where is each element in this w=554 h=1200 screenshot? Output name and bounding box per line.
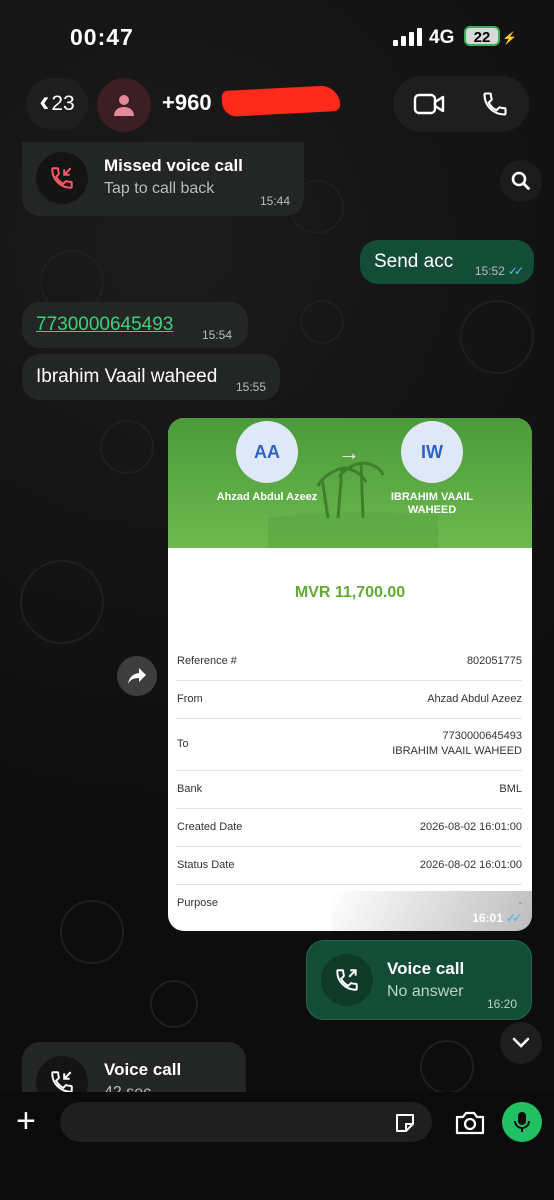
- attach-plus-icon[interactable]: +: [16, 1104, 36, 1138]
- call-title: Voice call: [387, 959, 465, 978]
- row-label: Status Date: [177, 859, 235, 871]
- row-value: 7730000645493: [442, 730, 522, 742]
- status-bar: 00:47 4G 22 ⚡: [0, 0, 554, 70]
- voice-record-button[interactable]: [502, 1102, 542, 1142]
- sender-name: Ahzad Abdul Azeez: [216, 491, 318, 503]
- missed-call-icon: [36, 152, 88, 204]
- battery-level: 22: [473, 29, 491, 46]
- row-label: Purpose: [177, 897, 218, 909]
- charging-icon: ⚡: [502, 31, 517, 45]
- microphone-icon: [514, 1112, 530, 1132]
- row-value: 802051775: [466, 655, 522, 667]
- outgoing-call-icon: [321, 954, 373, 1006]
- arrow-right-icon: →: [338, 440, 360, 465]
- palm-trees-illustration: [268, 461, 438, 548]
- message-composer: +: [0, 1092, 554, 1200]
- call-status: No answer: [387, 983, 464, 1000]
- unread-count: 23: [51, 92, 75, 115]
- call-actions: [393, 76, 529, 132]
- message-time: 15:52: [474, 264, 505, 278]
- message-time: 15:55: [235, 380, 266, 394]
- message-text: Ibrahim Vaail waheed: [36, 366, 218, 387]
- receipt-meta: 16:01 ✓✓: [472, 911, 522, 925]
- read-ticks-icon: ✓✓: [507, 264, 524, 278]
- missed-call-title: Missed voice call: [104, 156, 243, 175]
- transfer-amount: MVR 11,700.00: [294, 584, 406, 601]
- status-time: 00:47: [70, 24, 134, 50]
- row-value-secondary: IBRAHIM VAAIL WAHEED: [392, 745, 522, 757]
- message-time: 16:20: [486, 997, 517, 1011]
- message-time: 15:44: [259, 194, 290, 208]
- sender-avatar: AA: [236, 421, 298, 483]
- receipt-row-created-date: Created Date 2026-08-02 16:01:00: [176, 808, 522, 847]
- chevron-down-icon: [512, 1037, 530, 1048]
- incoming-message[interactable]: 7730000645493 15:54: [22, 302, 248, 348]
- person-icon: [114, 95, 134, 116]
- row-value: 2026-08-02 16:01:00: [419, 859, 522, 871]
- message-input[interactable]: [60, 1102, 432, 1142]
- row-label: Created Date: [177, 821, 243, 833]
- row-value: 2026-08-02 16:01:00: [419, 821, 522, 833]
- search-button[interactable]: [500, 160, 542, 202]
- forward-button[interactable]: [117, 656, 157, 696]
- receipt-row-reference: Reference # 802051775: [176, 642, 522, 681]
- video-call-icon[interactable]: [413, 92, 445, 116]
- row-label: From: [177, 693, 203, 705]
- recipient-name: IBRAHIM VAAIL WAHEED: [357, 491, 507, 517]
- row-label: To: [177, 738, 189, 750]
- row-value: Ahzad Abdul Azeez: [427, 693, 522, 705]
- receipt-row-bank: Bank BML: [176, 770, 522, 809]
- missed-call-bubble[interactable]: Missed voice call Tap to call back 15:44: [22, 142, 304, 216]
- message-time: 16:01: [472, 911, 503, 925]
- contact-name[interactable]: +960: [162, 90, 212, 116]
- scroll-to-bottom-button[interactable]: [500, 1022, 542, 1064]
- chevron-left-icon: ‹: [39, 85, 50, 118]
- forward-icon: [128, 668, 146, 684]
- message-meta: 15:52 ✓✓: [474, 264, 524, 278]
- recipient-name-text: IBRAHIM VAAIL WAHEED: [390, 491, 474, 516]
- receipt-row-from: From Ahzad Abdul Azeez: [176, 680, 522, 719]
- receipt-row-to: To 7730000645493 IBRAHIM VAAIL WAHEED: [176, 718, 522, 771]
- call-title: Voice call: [104, 1060, 182, 1079]
- account-number-link[interactable]: 7730000645493: [36, 314, 173, 336]
- outgoing-call-bubble[interactable]: Voice call No answer 16:20: [306, 940, 532, 1020]
- row-value: BML: [499, 783, 522, 795]
- row-label: Bank: [177, 783, 203, 795]
- missed-call-subtitle: Tap to call back: [104, 180, 215, 197]
- camera-icon[interactable]: [454, 1110, 486, 1136]
- search-icon: [511, 171, 530, 190]
- row-label: Reference #: [177, 655, 237, 667]
- receipt-header: AA → IW Ahzad Abdul Azeez IBRAHIM VAAIL …: [168, 418, 532, 548]
- incoming-message[interactable]: Ibrahim Vaail waheed 15:55: [22, 354, 280, 400]
- back-button[interactable]: ‹ 23: [26, 78, 88, 130]
- voice-call-icon[interactable]: [481, 90, 509, 118]
- battery-icon: 22: [464, 26, 500, 46]
- sticker-icon[interactable]: [394, 1112, 416, 1134]
- outgoing-message[interactable]: Send acc 15:52 ✓✓: [360, 240, 534, 284]
- signal-icon: [393, 28, 423, 46]
- recipient-avatar: IW: [401, 421, 463, 483]
- transfer-receipt-image[interactable]: AA → IW Ahzad Abdul Azeez IBRAHIM VAAIL …: [168, 418, 532, 931]
- message-time: 15:54: [201, 328, 232, 342]
- message-text: Send acc: [374, 251, 454, 272]
- receipt-row-status-date: Status Date 2026-08-02 16:01:00: [176, 846, 522, 885]
- contact-avatar[interactable]: [97, 78, 151, 132]
- network-type: 4G: [429, 27, 455, 48]
- read-ticks-icon: ✓✓: [505, 911, 522, 925]
